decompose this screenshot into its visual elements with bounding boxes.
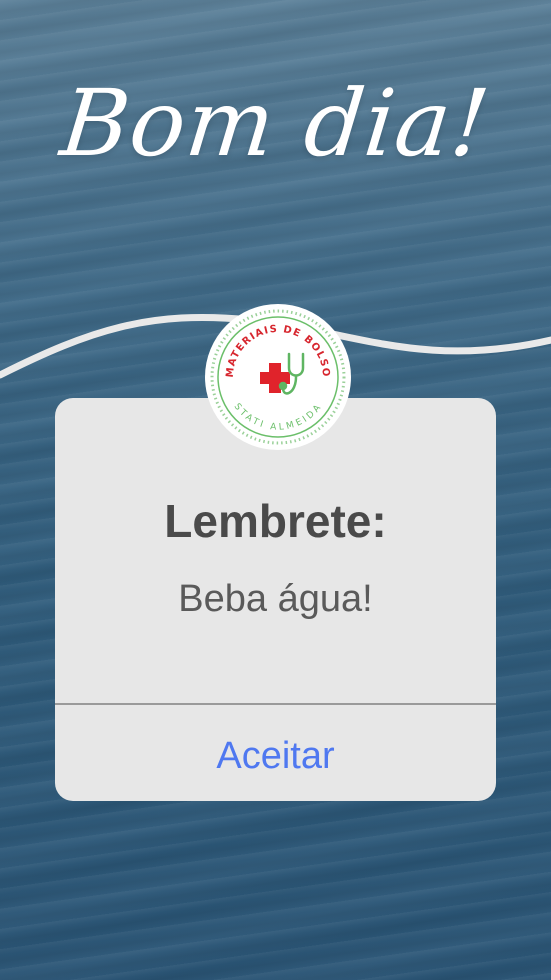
dialog-divider <box>55 703 496 705</box>
dialog-title: Lembrete: <box>164 495 387 547</box>
greeting-title: Bom dia! <box>56 70 495 177</box>
reminder-dialog: Lembrete: Beba água! Aceitar <box>55 398 496 801</box>
brand-logo: MATERIAIS DE BOLSO STATI ALMEIDA <box>205 304 351 450</box>
dialog-message: Beba água! <box>178 578 373 620</box>
accept-button[interactable]: Aceitar <box>55 706 496 801</box>
